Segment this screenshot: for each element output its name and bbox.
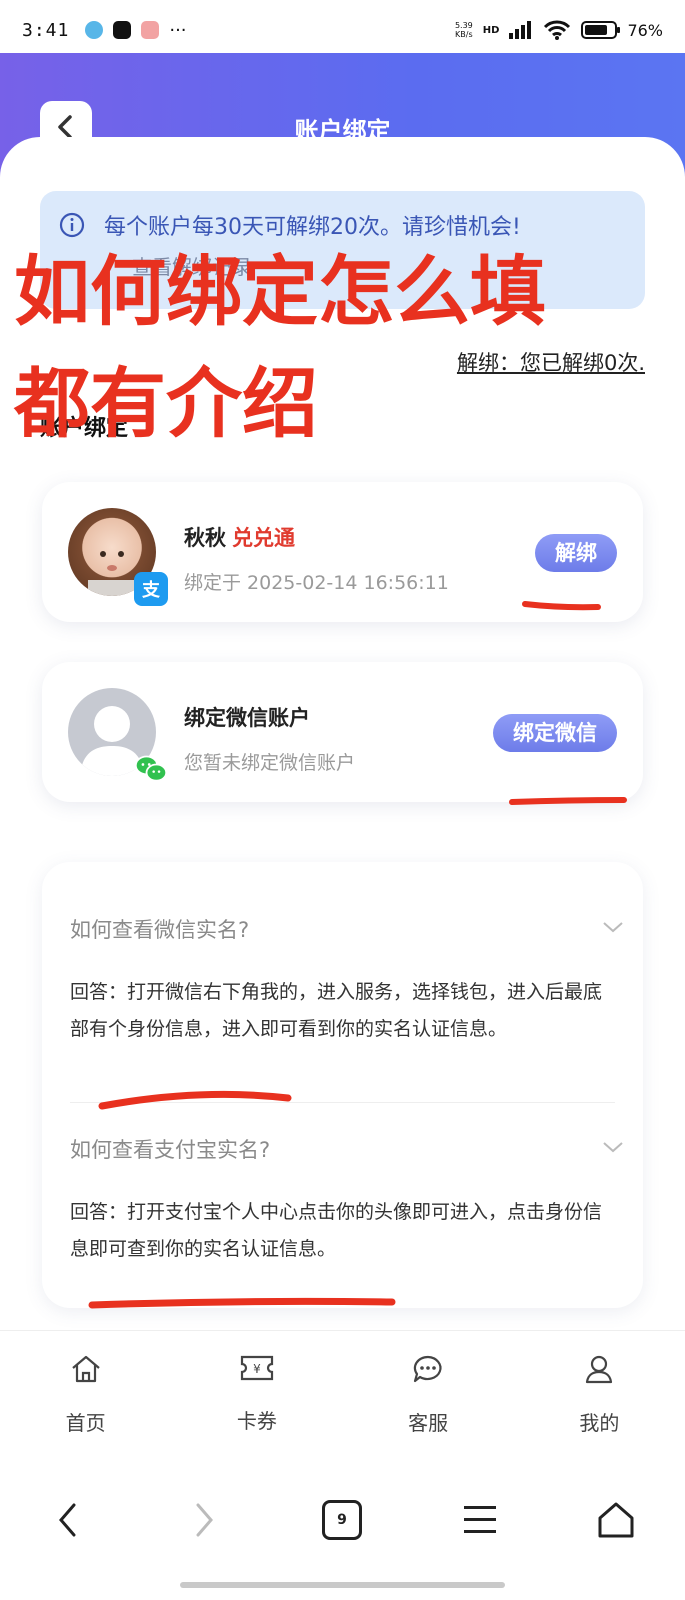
wechat-card-status: 您暂未绑定微信账户 [184,752,356,774]
signal-icon [509,21,532,39]
unbind-button[interactable]: 解绑 [535,534,617,572]
tab-label: 客服 [408,1411,449,1435]
bird-app-icon [85,21,104,39]
unbind-records-link[interactable]: 查看解绑记录 [132,251,252,280]
faq-answer: 回答：打开微信右下角我的，进入服务，选择钱包，进入后最底部有个身份信息，进入即可… [70,981,603,1040]
status-bar: 3:41 ··· 5.39 KB/s HD 76% [0,0,685,60]
tab-mine[interactable]: 我的 [514,1331,685,1460]
notice-text: 每个账户每30天可解绑20次。请珍惜机会! [104,215,521,240]
tab-label: 卡券 [236,1409,277,1433]
faq-question[interactable]: 如何查看微信实名? [70,914,615,944]
tab-home[interactable]: 首页 [0,1331,171,1460]
browser-nav-bar: 9 [0,1460,685,1600]
coupon-icon: ¥ [240,1355,273,1381]
status-app-icons: ··· [85,19,187,41]
bound-time: 绑定于 2025-02-14 16:56:11 [184,572,449,594]
faq-question[interactable]: 如何查看支付宝实名? [70,1134,615,1164]
account-nickname: 秋秋 [184,526,226,550]
chat-icon [413,1355,442,1383]
status-time: 3:41 [22,19,70,41]
faq-item-wechat[interactable]: 如何查看微信实名? 回答：打开微信右下角我的，进入服务，选择钱包，进入后最底部有… [70,914,623,1048]
account-name: 秋秋 兑兑通 [184,522,295,552]
browser-back-icon[interactable] [56,1500,80,1540]
faq-divider [70,1102,615,1103]
tab-label: 我的 [579,1411,620,1435]
capcut-app-icon [113,21,132,39]
chevron-down-icon[interactable] [601,920,625,934]
faq-card: 如何查看微信实名? 回答：打开微信右下角我的，进入服务，选择钱包，进入后最底部有… [42,862,643,1308]
wechat-account-card: 绑定微信账户 您暂未绑定微信账户 绑定微信 [42,662,643,802]
alipay-account-card: 支 秋秋 兑兑通 绑定于 2025-02-14 16:56:11 解绑 [42,482,643,622]
battery-percent: 76% [627,20,663,40]
tabs-count-button[interactable]: 9 [322,1500,362,1540]
tab-support[interactable]: 客服 [343,1331,514,1460]
bind-wechat-button[interactable]: 绑定微信 [493,714,617,752]
tab-coupons[interactable]: ¥ 卡券 [171,1331,342,1460]
account-tag: 兑兑通 [232,526,295,550]
wechat-icon [134,752,168,786]
faq-answer: 回答：打开支付宝个人中心点击你的头像即可进入，点击身份信息即可查到你的实名认证信… [70,1201,603,1260]
menu-icon[interactable] [462,1500,498,1540]
wifi-icon [544,20,571,40]
svg-text:¥: ¥ [253,1362,261,1376]
user-icon [586,1355,613,1384]
more-notifications: ··· [169,19,187,41]
network-type: HD [482,24,500,36]
faq-item-alipay[interactable]: 如何查看支付宝实名? 回答：打开支付宝个人中心点击你的头像即可进入，点击身份信息… [70,1134,623,1268]
home-icon [71,1355,100,1383]
home-indicator[interactable] [180,1582,505,1588]
bottom-tab-bar: 首页 ¥ 卡券 客服 我的 [0,1330,685,1460]
info-icon [59,212,85,238]
tab-label: 首页 [65,1411,106,1435]
unbind-count-link[interactable]: 解绑：您已解绑0次. [457,347,645,377]
boat-app-icon [141,21,160,39]
battery-icon [581,21,621,39]
network-speed: 5.39 KB/s [455,21,473,39]
speed-value: 5.39 [454,21,473,30]
speed-unit: KB/s [455,30,473,39]
browser-forward-icon[interactable] [192,1500,216,1540]
chevron-down-icon[interactable] [601,1140,625,1154]
alipay-icon: 支 [134,572,168,606]
wechat-card-title: 绑定微信账户 [184,706,310,730]
notice-banner: 每个账户每30天可解绑20次。请珍惜机会! 查看解绑记录 [40,191,645,309]
section-label: 账户绑定 [40,416,129,441]
browser-home-icon[interactable] [596,1500,636,1540]
